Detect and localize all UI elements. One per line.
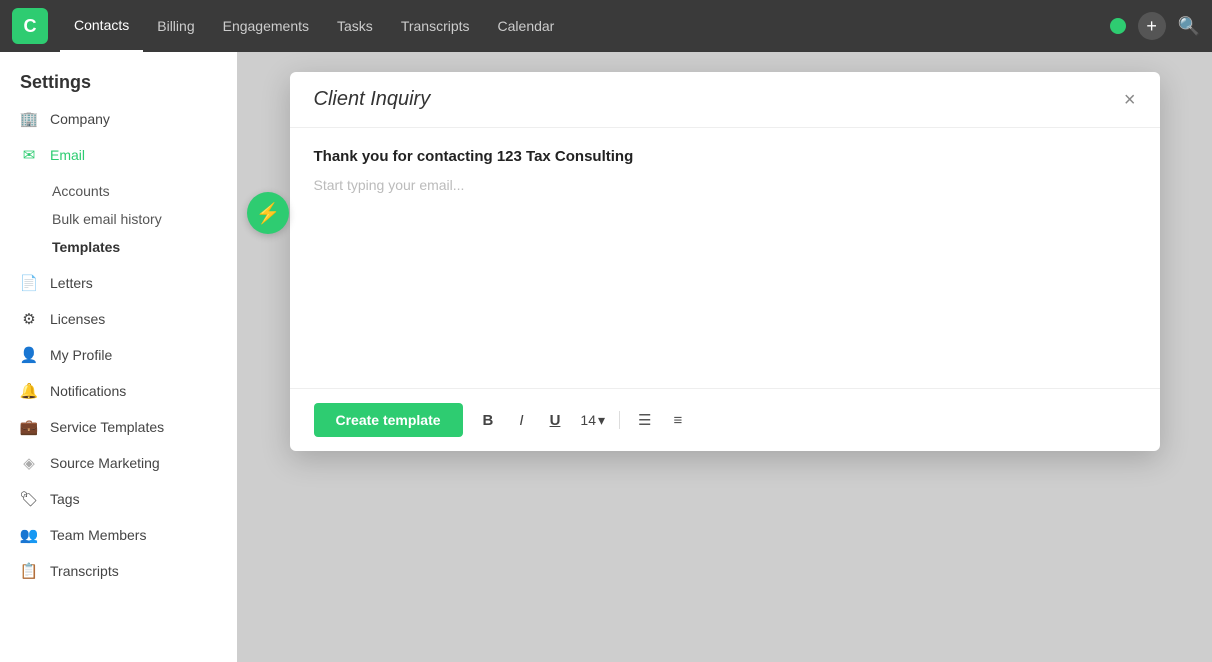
ordered-list-icon[interactable]: ≡: [669, 410, 686, 431]
add-button[interactable]: +: [1138, 12, 1166, 40]
sidebar-transcripts-label: Transcripts: [50, 563, 119, 579]
nav-billing[interactable]: Billing: [143, 0, 208, 52]
email-icon: ✉: [20, 146, 38, 164]
nav-contacts[interactable]: Contacts: [60, 0, 143, 52]
sidebar-item-my-profile[interactable]: 👤 My Profile: [0, 337, 237, 373]
top-nav: C Contacts Billing Engagements Tasks Tra…: [0, 0, 1212, 52]
service-templates-icon: 💼: [20, 418, 38, 436]
sidebar-bulk-email[interactable]: Bulk email history: [0, 205, 237, 233]
settings-title: Settings: [0, 60, 237, 101]
main-content: ⚡ Client Inquiry × Thank you for contact…: [237, 52, 1212, 662]
font-size-selector[interactable]: 14 ▾: [580, 412, 605, 429]
modal-footer: Create template B I U 14 ▾ ☰ ≡: [290, 388, 1160, 451]
modal-overlay: Client Inquiry × Thank you for contactin…: [237, 52, 1212, 662]
sidebar-accounts[interactable]: Accounts: [0, 177, 237, 205]
sidebar-email-label: Email: [50, 147, 85, 163]
toolbar-divider: [619, 411, 620, 429]
create-template-button[interactable]: Create template: [314, 403, 463, 437]
font-size-arrow: ▾: [598, 412, 605, 429]
status-dot: [1110, 18, 1126, 34]
modal-title: Client Inquiry: [314, 88, 431, 111]
font-size-value: 14: [580, 412, 596, 428]
sidebar-company-label: Company: [50, 111, 110, 127]
nav-engagements[interactable]: Engagements: [209, 0, 323, 52]
sidebar-item-transcripts[interactable]: 📋 Transcripts: [0, 553, 237, 589]
sidebar-profile-label: My Profile: [50, 347, 112, 363]
sidebar-notifications-label: Notifications: [50, 383, 126, 399]
licenses-icon: ⚙: [20, 310, 38, 328]
modal-close-button[interactable]: ×: [1124, 90, 1136, 110]
sidebar-team-label: Team Members: [50, 527, 146, 543]
source-marketing-icon: ◈: [20, 454, 38, 472]
nav-tasks[interactable]: Tasks: [323, 0, 387, 52]
italic-button[interactable]: I: [513, 408, 529, 433]
tags-icon: 🏷: [20, 490, 38, 508]
email-subject: Thank you for contacting 123 Tax Consult…: [314, 148, 1136, 165]
sidebar-licenses-label: Licenses: [50, 311, 105, 327]
letters-icon: 📄: [20, 274, 38, 292]
transcripts-icon: 📋: [20, 562, 38, 580]
modal-header: Client Inquiry ×: [290, 72, 1160, 128]
sidebar-templates[interactable]: Templates: [0, 233, 237, 261]
team-icon: 👥: [20, 526, 38, 544]
client-inquiry-modal: Client Inquiry × Thank you for contactin…: [290, 72, 1160, 451]
email-body[interactable]: Start typing your email...: [314, 177, 1136, 193]
layout: Settings 🏢 Company ✉ Email Accounts Bulk…: [0, 52, 1212, 662]
sidebar-source-marketing-label: Source Marketing: [50, 455, 160, 471]
lightning-icon: ⚡: [256, 201, 281, 226]
sidebar-item-licenses[interactable]: ⚙ Licenses: [0, 301, 237, 337]
sidebar-item-team-members[interactable]: 👥 Team Members: [0, 517, 237, 553]
sidebar-service-templates-label: Service Templates: [50, 419, 164, 435]
notifications-icon: 🔔: [20, 382, 38, 400]
sidebar-item-company[interactable]: 🏢 Company: [0, 101, 237, 137]
nav-right: + 🔍: [1110, 12, 1200, 40]
lightning-button[interactable]: ⚡: [247, 192, 289, 234]
modal-body[interactable]: Thank you for contacting 123 Tax Consult…: [290, 128, 1160, 388]
sidebar-item-tags[interactable]: 🏷 Tags: [0, 481, 237, 517]
sidebar-item-notifications[interactable]: 🔔 Notifications: [0, 373, 237, 409]
sidebar: Settings 🏢 Company ✉ Email Accounts Bulk…: [0, 52, 237, 662]
sidebar-item-letters[interactable]: 📄 Letters: [0, 265, 237, 301]
app-logo[interactable]: C: [12, 8, 48, 44]
company-icon: 🏢: [20, 110, 38, 128]
underline-button[interactable]: U: [544, 408, 567, 433]
sidebar-letters-label: Letters: [50, 275, 93, 291]
bold-button[interactable]: B: [477, 408, 500, 433]
sidebar-item-service-templates[interactable]: 💼 Service Templates: [0, 409, 237, 445]
nav-calendar[interactable]: Calendar: [484, 0, 569, 52]
sidebar-item-source-marketing[interactable]: ◈ Source Marketing: [0, 445, 237, 481]
nav-transcripts[interactable]: Transcripts: [387, 0, 484, 52]
nav-items: Contacts Billing Engagements Tasks Trans…: [60, 0, 1110, 52]
unordered-list-icon[interactable]: ☰: [634, 409, 655, 431]
search-icon[interactable]: 🔍: [1178, 16, 1200, 37]
sidebar-tags-label: Tags: [50, 491, 80, 507]
sidebar-item-email[interactable]: ✉ Email: [0, 137, 237, 173]
email-sub-section: Accounts Bulk email history Templates: [0, 173, 237, 265]
profile-icon: 👤: [20, 346, 38, 364]
